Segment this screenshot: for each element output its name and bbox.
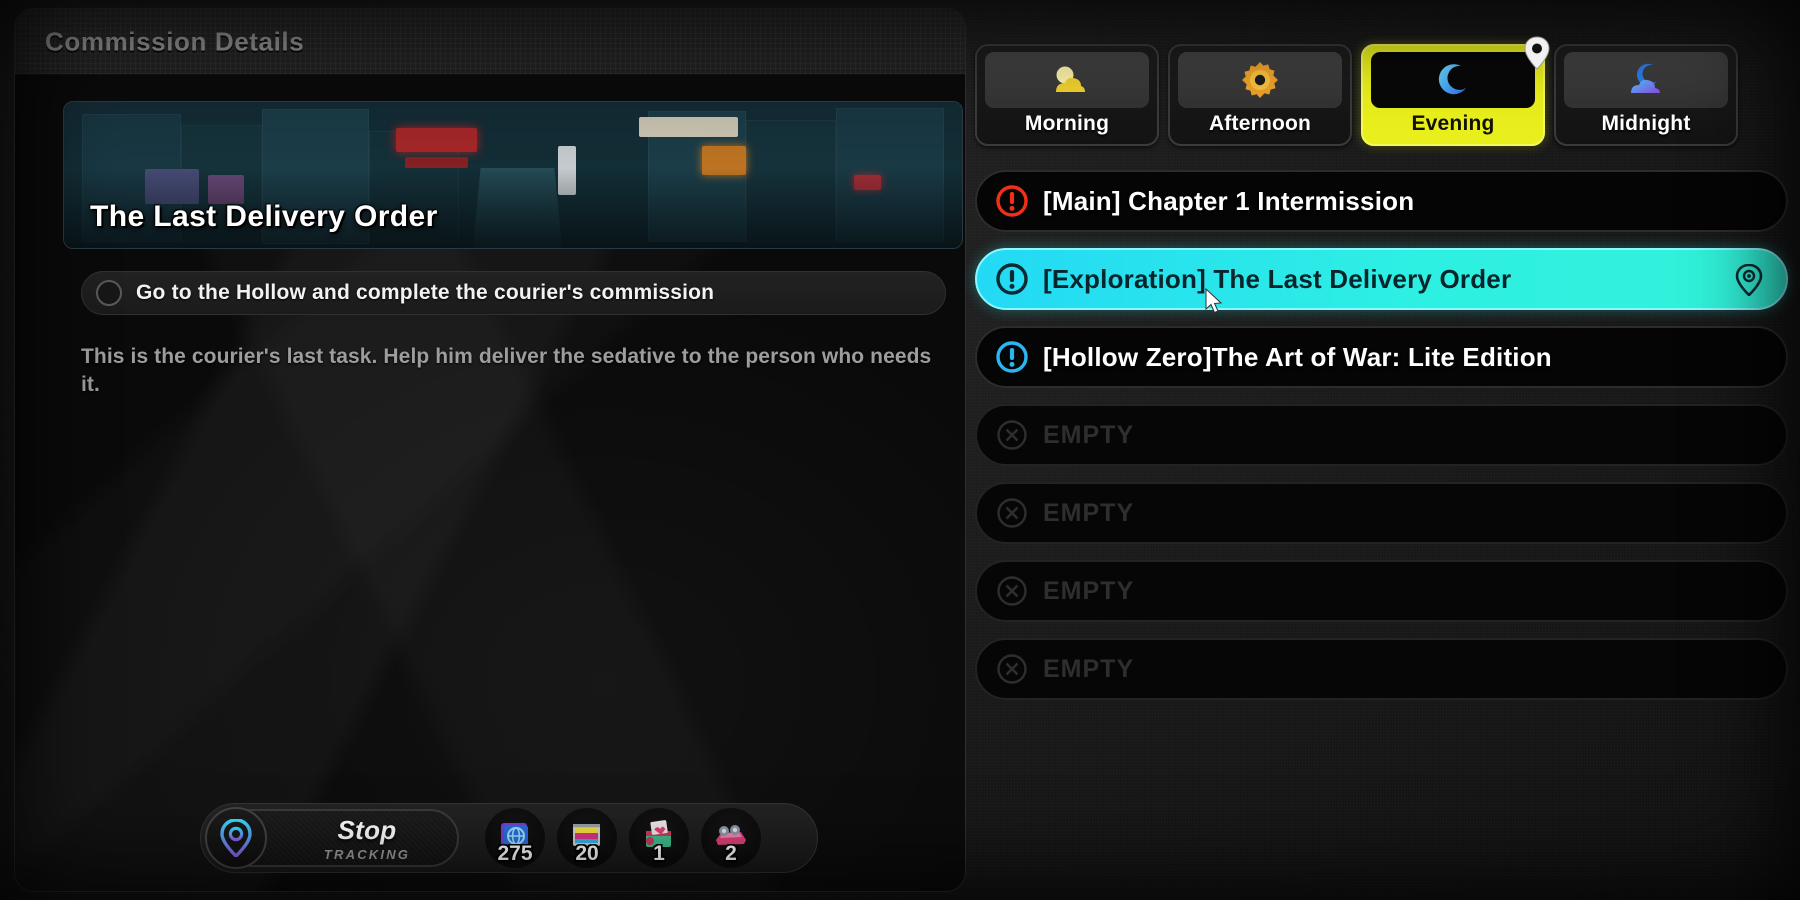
stop-label: Stop [337,814,397,845]
currency-value: 275 [497,842,533,865]
objective-row: Go to the Hollow and complete the courie… [81,271,946,315]
alert-exclamation-icon [995,184,1029,218]
currency-film-strip[interactable]: 20 [557,808,617,868]
alert-exclamation-icon [995,262,1029,296]
quest-label: EMPTY [1043,420,1135,449]
close-x-icon [995,574,1029,608]
page-title: Commission Details [45,26,305,56]
tracking-label: TRACKING [323,846,411,862]
objective-text: Go to the Hollow and complete the courie… [136,281,715,304]
quest-sidebar: Morning Afternoon Evening Midnight [Main… [966,0,1800,900]
quest-item-exploration[interactable]: [Exploration] The Last Delivery Order [975,248,1788,310]
quest-label: EMPTY [1043,654,1135,683]
mouse-pointer-icon [1205,287,1225,316]
alert-exclamation-icon [995,340,1029,374]
quest-label: [Main] Chapter 1 Intermission [1043,185,1415,216]
stop-tracking-button[interactable]: Stop TRACKING [205,807,459,869]
tab-afternoon[interactable]: Afternoon [1168,44,1352,146]
currency-denny-card[interactable]: 275 [485,808,545,868]
sun-cloud-icon [985,52,1149,108]
close-x-icon [995,418,1029,452]
currency-toy-car[interactable]: 2 [701,808,761,868]
tab-label: Midnight [1601,112,1691,135]
quest-item-empty[interactable]: EMPTY [975,404,1788,466]
tab-label: Morning [1024,112,1110,135]
game-screen: Commission Details The Last Delivery Ord… [0,0,1800,900]
quest-label: EMPTY [1043,576,1135,605]
currency-value: 2 [725,842,737,865]
quest-list: [Main] Chapter 1 Intermission [Explorati… [975,170,1788,700]
close-x-icon [995,496,1029,530]
tab-morning[interactable]: Morning [975,44,1159,146]
time-of-day-tabs: Morning Afternoon Evening Midnight [975,36,1738,146]
moon-cloud-icon [1564,52,1728,108]
tab-evening[interactable]: Evening [1361,36,1550,146]
quest-label: [Exploration] The Last Delivery Order [1043,263,1512,294]
tracked-location-pin-icon [1523,36,1551,70]
panel-body: The Last Delivery Order Go to the Hollow… [15,75,965,891]
quest-label: EMPTY [1043,498,1135,527]
currency-group: 275 20 1 2 [485,808,761,868]
currency-value: 20 [575,842,599,865]
quest-item-hollow-zero[interactable]: [Hollow Zero]The Art of War: Lite Editio… [975,326,1788,388]
close-x-icon [995,652,1029,686]
quest-item-empty[interactable]: EMPTY [975,482,1788,544]
sun-icon [1178,52,1342,108]
objective-checkbox-icon [96,280,122,306]
commission-details-panel: Commission Details The Last Delivery Ord… [14,8,966,892]
currency-value: 1 [653,842,665,865]
quest-item-main[interactable]: [Main] Chapter 1 Intermission [975,170,1788,232]
commission-description: This is the courier's last task. Help hi… [81,345,932,397]
location-pin-icon [205,807,267,869]
tab-label: Evening [1411,112,1495,135]
tracking-bar: Stop TRACKING 275 20 1 2 [200,803,818,873]
panel-header: Commission Details [15,9,965,75]
quest-label: [Hollow Zero]The Art of War: Lite Editio… [1043,341,1552,372]
tab-midnight[interactable]: Midnight [1554,44,1738,146]
commission-banner-image: The Last Delivery Order [63,101,963,249]
commission-title: The Last Delivery Order [90,200,438,233]
tab-label: Afternoon [1208,112,1312,135]
quest-item-empty[interactable]: EMPTY [975,638,1788,700]
crescent-moon-icon [1371,52,1535,108]
quest-item-empty[interactable]: EMPTY [975,560,1788,622]
tracked-target-pin-icon[interactable] [1734,263,1764,297]
currency-gift-box[interactable]: 1 [629,808,689,868]
